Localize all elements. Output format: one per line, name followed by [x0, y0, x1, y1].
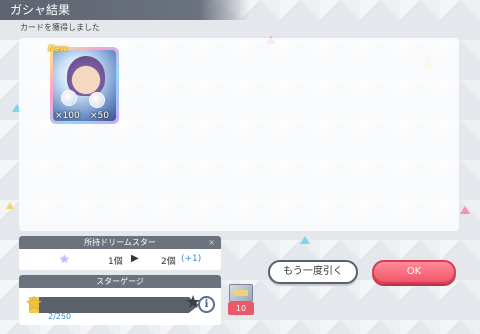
- gauge-track: [29, 297, 199, 313]
- stars-diff: (+1): [181, 254, 202, 264]
- item-orb-icon: [61, 90, 77, 106]
- dream-star-title-text: 所持ドリームスター: [84, 238, 156, 247]
- new-badge: New: [48, 44, 68, 53]
- page-title: ガシャ結果: [0, 0, 250, 20]
- dream-star-title: 所持ドリームスター ×: [19, 236, 221, 249]
- star-gauge-box: スターゲージ ★ ★ 2/250: [19, 275, 221, 325]
- star-gauge-title: スターゲージ: [19, 275, 221, 288]
- stars-before: 1個: [108, 257, 123, 267]
- item-count-left: ×100: [55, 111, 80, 121]
- result-subtitle: カードを獲得しました: [20, 23, 100, 32]
- ok-button[interactable]: OK: [372, 260, 456, 284]
- dream-star-row: ★ 1個 ▶ 2個 (+1): [19, 249, 221, 270]
- item-orb-icon: [89, 92, 105, 108]
- info-button[interactable]: i: [198, 296, 215, 313]
- dream-star-icon: ★: [59, 252, 70, 266]
- gauge-start-star-icon: ★: [25, 291, 43, 315]
- stars-after: 2個: [161, 257, 176, 267]
- deco-triangle: [300, 236, 310, 244]
- arrow-right-icon: ▶: [131, 253, 139, 264]
- gauge-value: 2/250: [48, 312, 72, 321]
- ticket-count-badge: 10: [228, 302, 254, 315]
- deco-triangle: [460, 206, 470, 214]
- deco-triangle: [6, 202, 14, 209]
- close-icon: ×: [208, 238, 215, 247]
- gacha-ticket-icon: [229, 284, 253, 302]
- draw-again-button[interactable]: もう一度引く: [268, 260, 358, 284]
- dream-star-box: 所持ドリームスター × ★ 1個 ▶ 2個 (+1): [19, 236, 221, 270]
- item-count-right: ×50: [90, 111, 109, 121]
